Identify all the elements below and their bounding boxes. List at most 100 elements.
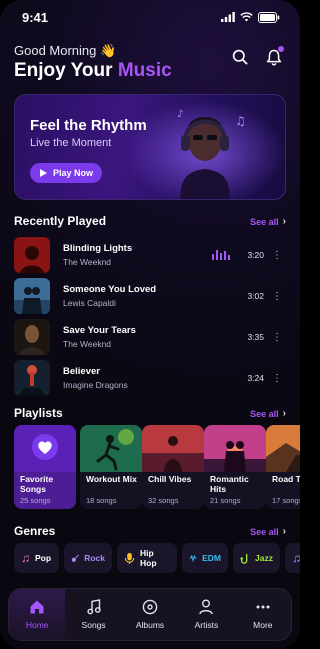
playlist-count: 17 songs <box>272 496 300 505</box>
status-icons <box>221 11 280 23</box>
banner-subtitle: Live the Moment <box>30 137 112 149</box>
playlist-art <box>142 425 204 472</box>
microphone-icon <box>124 552 135 564</box>
playlists-see-all[interactable]: See all › <box>250 408 286 419</box>
album-art <box>14 360 50 396</box>
banner-artwork: ♪ ♫ <box>125 95 285 199</box>
album-art <box>14 237 50 273</box>
wifi-icon <box>240 12 253 22</box>
playlist-count: 18 songs <box>86 496 117 505</box>
battery-icon <box>258 11 280 23</box>
chevron-right-icon: › <box>282 408 286 419</box>
play-now-button[interactable]: Play Now <box>30 163 102 183</box>
genre-name: Hip Hop <box>140 548 157 568</box>
playlist-name: Workout Mix <box>86 474 137 484</box>
genres-see-all[interactable]: See all › <box>250 526 286 537</box>
person-icon <box>199 599 214 615</box>
genre-chip-rock[interactable]: Rock <box>64 543 112 573</box>
status-bar: 9:41 <box>0 0 300 34</box>
playlist-name: Romantic Hits <box>210 474 249 494</box>
track-duration: 3:24 <box>247 373 264 383</box>
track-row[interactable]: Blinding Lights The Weeknd 3:20 ⋮ <box>14 236 286 274</box>
genre-chip-hip-hop[interactable]: Hip Hop <box>117 543 177 573</box>
track-row[interactable]: Save Your Tears The Weeknd 3:35 ⋮ <box>14 318 286 356</box>
nav-label: Artists <box>194 620 219 630</box>
featured-banner[interactable]: ♪ ♫ Feel the Rhythm Live the Moment Play… <box>14 94 286 200</box>
nav-albums[interactable]: Albums <box>122 589 178 640</box>
playlist-art <box>80 425 142 472</box>
playlist-count: 21 songs <box>210 496 241 505</box>
recently-played-title: Recently Played <box>14 214 107 228</box>
playlist-art <box>266 425 300 472</box>
track-duration: 3:35 <box>247 332 264 342</box>
more-dots-icon <box>256 605 270 609</box>
track-row[interactable]: Someone You Loved Lewis Capaldi 3:02 ⋮ <box>14 277 286 315</box>
music-note-icon <box>87 599 101 615</box>
genre-name: EDM <box>202 553 221 563</box>
app-screen: 9:41 Good Morning 👋 Enjoy Your Music ♪ ♫… <box>0 0 300 649</box>
waveform-icon <box>189 554 197 563</box>
search-button[interactable] <box>229 46 251 68</box>
playlist-card[interactable]: Workout Mix 18 songs <box>80 425 142 509</box>
more-vertical-icon[interactable]: ⋮ <box>272 250 282 261</box>
guitar-icon <box>71 554 79 562</box>
genre-name: Jazz <box>255 553 273 563</box>
heart-icon <box>14 425 76 472</box>
page-title: Enjoy Your Music <box>14 60 172 82</box>
playlist-card[interactable]: Romantic Hits 21 songs <box>204 425 266 509</box>
playlist-card[interactable]: Chill Vibes 32 songs <box>142 425 204 509</box>
status-time: 9:41 <box>22 9 49 25</box>
nav-more[interactable]: More <box>235 589 291 640</box>
nav-label: Home <box>25 620 49 630</box>
playlist-art <box>204 425 266 472</box>
home-icon <box>30 600 44 614</box>
disc-icon <box>142 599 158 615</box>
svg-text:♫: ♫ <box>235 114 246 128</box>
music-note-icon: ♫ <box>292 551 300 565</box>
equalizer-icon <box>212 250 230 260</box>
playlist-name: Road Trip <box>272 474 300 484</box>
banner-title: Feel the Rhythm <box>30 117 147 134</box>
more-vertical-icon[interactable]: ⋮ <box>272 373 282 384</box>
genre-chip-pop[interactable]: ♫ Pop <box>14 543 59 573</box>
genre-name: Pop <box>35 553 52 563</box>
genre-chip-partial[interactable]: ♫ <box>285 543 300 573</box>
notification-badge <box>278 46 284 52</box>
chevron-right-icon: › <box>282 526 286 537</box>
play-icon <box>40 169 47 177</box>
saxophone-icon <box>240 553 248 564</box>
nav-label: More <box>253 620 273 630</box>
playlist-card[interactable]: Road Trip 17 songs <box>266 425 300 509</box>
playlist-name: Favorite Songs <box>20 474 54 494</box>
more-vertical-icon[interactable]: ⋮ <box>272 291 282 302</box>
genre-chip-jazz[interactable]: Jazz <box>233 543 280 573</box>
nav-songs[interactable]: Songs <box>65 589 121 640</box>
bottom-nav: Home Songs Albums Artists More <box>8 588 292 641</box>
nav-artists[interactable]: Artists <box>178 589 234 640</box>
playlist-count: 32 songs <box>148 496 179 505</box>
play-now-label: Play Now <box>53 168 94 178</box>
playlist-count: 25 songs <box>20 496 51 505</box>
see-all-label: See all <box>250 526 279 537</box>
search-icon <box>232 49 248 65</box>
more-vertical-icon[interactable]: ⋮ <box>272 332 282 343</box>
nav-home[interactable]: Home <box>9 589 66 640</box>
album-art <box>14 278 50 314</box>
genre-name: Rock <box>84 553 105 563</box>
playlists-title: Playlists <box>14 406 63 420</box>
genre-chip-edm[interactable]: EDM <box>182 543 228 573</box>
playlist-name: Chill Vibes <box>148 474 192 484</box>
track-row[interactable]: Believer Imagine Dragons 3:24 ⋮ <box>14 359 286 397</box>
album-art <box>14 319 50 355</box>
nav-label: Songs <box>81 620 106 630</box>
greeting-text: Good Morning 👋 <box>14 43 117 58</box>
chevron-right-icon: › <box>282 216 286 227</box>
notifications-button[interactable] <box>263 46 285 68</box>
playlist-card[interactable]: Favorite Songs 25 songs <box>14 425 76 509</box>
title-prefix: Enjoy Your <box>14 60 118 81</box>
track-duration: 3:02 <box>247 291 264 301</box>
nav-label: Albums <box>135 620 165 630</box>
recently-played-see-all[interactable]: See all › <box>250 216 286 227</box>
see-all-label: See all <box>250 216 279 227</box>
music-note-icon: ♫ <box>21 551 30 565</box>
